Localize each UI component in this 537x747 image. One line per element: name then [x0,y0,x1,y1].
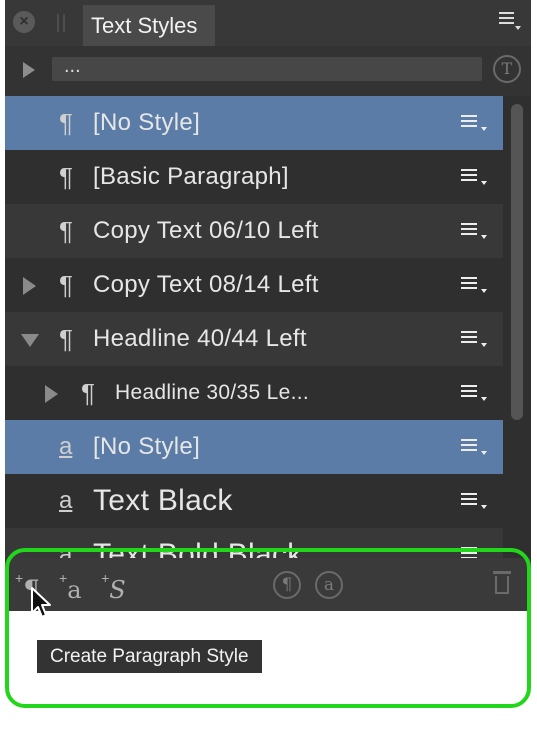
character-icon: a [67,576,82,604]
row-menu-icon[interactable] [461,223,487,241]
text-styles-panel: × Text Styles ... T ¶ [No Style] ¶ [Basic P… [5,0,531,611]
character-style-row[interactable]: a Text Black [5,474,503,528]
trash-icon[interactable] [493,571,511,595]
mouse-pointer-icon [31,587,51,618]
row-menu-icon[interactable] [461,115,487,133]
paragraph-style-icon: ¶ [59,108,73,138]
plus-icon: + [15,570,24,586]
tab-text-styles[interactable]: Text Styles [83,5,215,46]
row-menu-icon[interactable] [461,547,487,558]
search-input[interactable]: ... [52,56,482,81]
expand-triangle-icon[interactable] [23,277,36,295]
character-style-circle-button[interactable]: a [315,571,343,599]
panel-menu-icon[interactable] [499,12,521,32]
group-style-icon: S [109,576,126,604]
character-style-icon: a [59,541,73,558]
row-menu-icon[interactable] [461,439,487,457]
style-list: ¶ [No Style] ¶ [Basic Paragraph] ¶ Copy Text … [5,96,503,558]
paragraph-style-row[interactable]: ¶ Headline 40/44 Left [5,312,503,366]
character-style-icon: a [59,487,73,514]
plus-icon: + [101,570,110,586]
character-style-row[interactable]: a Text Bold Black [5,528,503,558]
style-label: Copy Text 08/14 Left [93,271,319,298]
style-label: Copy Text 06/10 Left [93,217,319,244]
collapse-triangle-icon[interactable] [21,334,39,347]
scrollbar[interactable] [511,104,523,420]
style-label: [No Style] [93,433,201,460]
add-character-style-button[interactable]: +a [59,558,82,611]
style-label: Text Black [93,484,233,517]
paragraph-style-row[interactable]: ¶ Headline 30/35 Le... [5,366,503,420]
expand-triangle-icon[interactable] [23,62,35,78]
paragraph-style-icon: ¶ [59,216,73,246]
add-group-style-button[interactable]: +S [101,558,126,611]
character-style-row[interactable]: a [No Style] [5,420,503,474]
tooltip: Create Paragraph Style [37,640,262,673]
character-style-icon: a [59,433,73,460]
paragraph-style-row[interactable]: ¶ [Basic Paragraph] [5,150,503,204]
grip-icon[interactable] [57,14,65,32]
paragraph-style-row[interactable]: ¶ Copy Text 08/14 Left [5,258,503,312]
row-menu-icon[interactable] [461,277,487,295]
expand-triangle-icon[interactable] [45,385,58,403]
paragraph-style-icon: ¶ [81,378,95,408]
style-label: [Basic Paragraph] [93,163,289,190]
panel-toolbar: +¶ +a +S ¶ a [5,558,531,611]
row-menu-icon[interactable] [461,331,487,349]
plus-icon: + [59,570,68,586]
paragraph-style-row[interactable]: ¶ Copy Text 06/10 Left [5,204,503,258]
row-menu-icon[interactable] [461,493,487,511]
paragraph-style-icon: ¶ [59,270,73,300]
paragraph-style-icon: ¶ [59,324,73,354]
row-menu-icon[interactable] [461,385,487,403]
style-label: [No Style] [93,109,201,136]
panel-titlebar: × Text Styles [5,0,531,46]
close-icon[interactable]: × [13,11,35,33]
style-label: Headline 40/44 Left [93,325,307,352]
paragraph-style-icon: ¶ [59,162,73,192]
paragraph-style-row[interactable]: ¶ [No Style] [5,96,503,150]
style-label: Text Bold Black [93,538,303,558]
text-tool-icon[interactable]: T [493,55,521,83]
style-label: Headline 30/35 Le... [115,381,309,404]
paragraph-style-circle-button[interactable]: ¶ [273,571,301,599]
row-menu-icon[interactable] [461,169,487,187]
